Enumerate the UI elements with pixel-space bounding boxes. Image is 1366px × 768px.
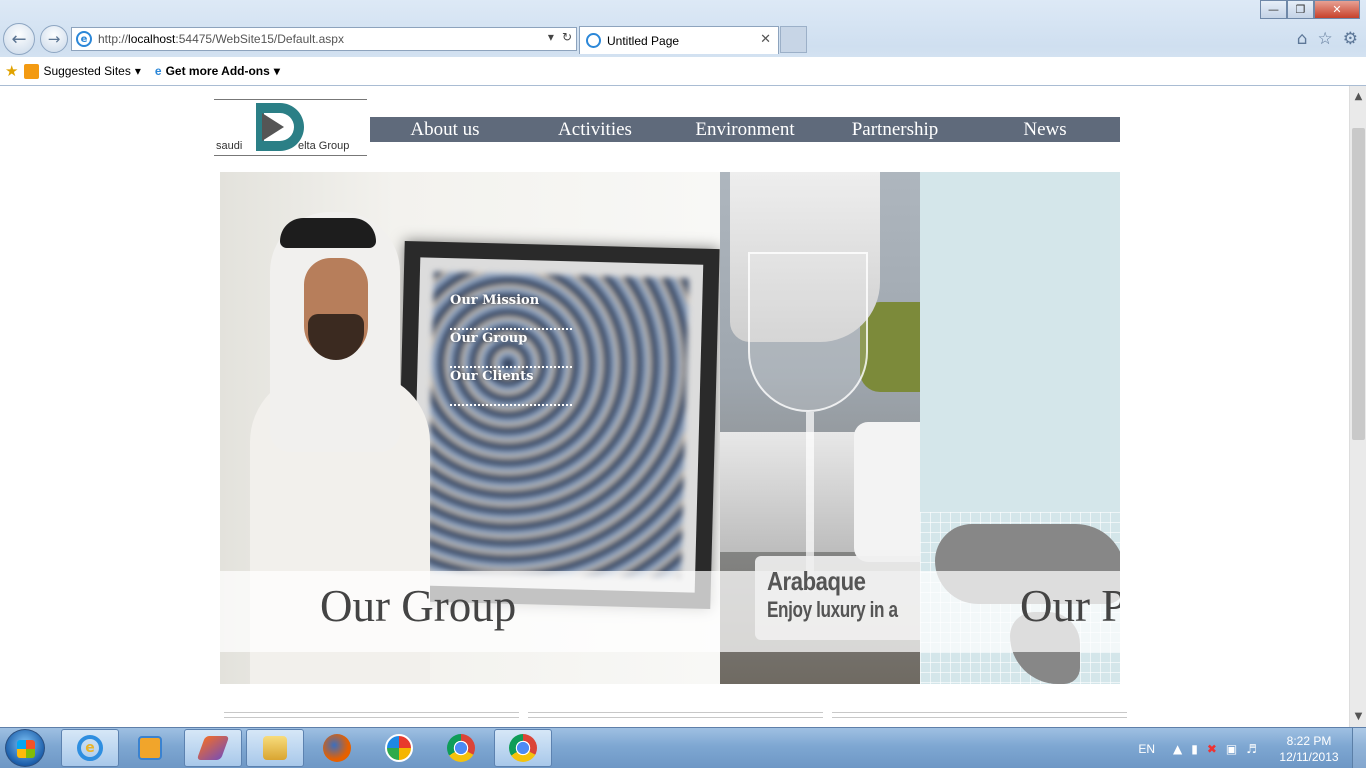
taskbar-app[interactable]: [370, 729, 428, 767]
wine-glass-shape: [748, 252, 868, 412]
start-button[interactable]: [5, 729, 45, 767]
ie-icon: e: [77, 735, 103, 761]
taskbar-media-player[interactable]: [121, 729, 179, 767]
power-icon[interactable]: ▣: [1226, 742, 1237, 756]
favorites-star-icon[interactable]: ☆: [1318, 29, 1333, 49]
taskbar-explorer[interactable]: [246, 729, 304, 767]
visual-studio-icon: [196, 736, 230, 760]
restore-button[interactable]: ❐: [1287, 0, 1314, 19]
slide-submenu: Our Mission Our Group Our Clients: [450, 292, 572, 406]
folder-icon: [263, 736, 287, 760]
chrome-icon: [447, 734, 475, 762]
show-desktop-button[interactable]: [1352, 728, 1366, 768]
taskbar: e EN ▲ ▮ ✖ ▣ ♬ 8:22 PM 12/11/2013: [0, 727, 1366, 768]
submenu-our-group[interactable]: Our Group: [450, 330, 572, 368]
tab-untitled-page[interactable]: Untitled Page ✕: [579, 26, 779, 54]
arabaque-caption-box: Arabaque Enjoy luxury in a: [755, 556, 920, 640]
colorful-app-icon: [385, 734, 413, 762]
media-player-icon: [138, 736, 162, 760]
taskbar-chrome[interactable]: [432, 729, 490, 767]
logo-text-left: saudi: [216, 140, 243, 152]
nav-environment[interactable]: Environment: [670, 117, 820, 142]
page-viewport: saudi elta Group About us Activities Env…: [0, 86, 1349, 727]
taskbar-visual-studio[interactable]: [184, 729, 242, 767]
forward-arrow-icon: →: [47, 30, 61, 48]
footer-divider-1: [224, 712, 519, 718]
close-tab-icon[interactable]: ✕: [760, 32, 771, 47]
submenu-our-mission[interactable]: Our Mission: [450, 292, 572, 330]
signal-icon[interactable]: ▮: [1191, 742, 1198, 756]
gear-icon[interactable]: ⚙: [1343, 29, 1358, 49]
favorites-bar: ★ Suggested Sites ▾ e Get more Add-ons ▾: [0, 57, 1366, 85]
clock-time: 8:22 PM: [1286, 733, 1332, 748]
slide3-caption: Our P: [1020, 581, 1120, 631]
new-tab-button[interactable]: [780, 26, 807, 53]
ie-page-icon: e: [76, 31, 92, 47]
show-hidden-icons[interactable]: ▲: [1173, 742, 1182, 756]
image-slider[interactable]: Our Mission Our Group Our Clients Our Gr…: [220, 172, 1120, 684]
forward-button[interactable]: →: [40, 25, 68, 53]
dropdown-icon[interactable]: ▾: [548, 30, 554, 44]
nav-partnership[interactable]: Partnership: [820, 117, 970, 142]
taskbar-chrome-2[interactable]: [494, 729, 552, 767]
scroll-thumb[interactable]: [1352, 128, 1365, 440]
system-tray: EN ▲ ▮ ✖ ▣ ♬ 8:22 PM 12/11/2013: [1138, 728, 1366, 768]
get-more-addons-link[interactable]: e Get more Add-ons ▾: [155, 64, 280, 78]
tab-title: Untitled Page: [607, 33, 680, 48]
logo-play-icon: [262, 113, 284, 141]
suggested-sites-link[interactable]: Suggested Sites ▾: [24, 63, 141, 79]
cup-shape: [854, 422, 920, 562]
browser-chrome: ← → e http://localhost:54475/WebSite15/D…: [0, 0, 1366, 86]
ie-tab-icon: [586, 33, 601, 48]
submenu-our-clients[interactable]: Our Clients: [450, 368, 572, 406]
windows-logo-icon: [17, 740, 35, 758]
ie-addons-icon: e: [154, 64, 162, 78]
chevron-down-icon: ▾: [134, 64, 141, 78]
chevron-down-icon: ▾: [273, 64, 280, 78]
taskbar-firefox[interactable]: [308, 729, 366, 767]
nav-activities[interactable]: Activities: [520, 117, 670, 142]
suggested-sites-icon: [24, 63, 40, 79]
refresh-icon[interactable]: ↻: [562, 30, 572, 44]
arabaque-title: Arabaque: [767, 566, 866, 596]
nav-news[interactable]: News: [970, 117, 1120, 142]
arabaque-subtitle: Enjoy luxury in a: [767, 597, 898, 622]
chrome-icon: [509, 734, 537, 762]
window-controls: — ❐ ✕: [1260, 0, 1360, 19]
close-window-button[interactable]: ✕: [1314, 0, 1360, 19]
scroll-up-icon[interactable]: ▲: [1350, 88, 1366, 105]
firefox-icon: [323, 734, 351, 762]
site-logo[interactable]: saudi elta Group: [214, 99, 367, 156]
main-nav: About us Activities Environment Partners…: [370, 117, 1120, 142]
browser-toolbar-icons: ⌂ ☆ ⚙: [1297, 29, 1358, 49]
clock-date: 12/11/2013: [1279, 749, 1339, 764]
footer-divider-2: [528, 712, 823, 718]
network-error-icon[interactable]: ✖: [1207, 742, 1217, 756]
minimize-button[interactable]: —: [1260, 0, 1287, 19]
back-button[interactable]: ←: [3, 23, 35, 55]
language-indicator[interactable]: EN: [1138, 742, 1155, 756]
nav-about-us[interactable]: About us: [370, 117, 520, 142]
clock[interactable]: 8:22 PM 12/11/2013: [1266, 733, 1352, 765]
logo-text-right: elta Group: [298, 140, 350, 152]
volume-icon[interactable]: ♬: [1246, 742, 1257, 756]
address-bar[interactable]: e http://localhost:54475/WebSite15/Defau…: [71, 27, 577, 51]
address-url[interactable]: http://localhost:54475/WebSite15/Default…: [98, 32, 344, 46]
favorites-add-icon[interactable]: ★: [5, 62, 18, 80]
vertical-scrollbar[interactable]: ▲ ▼: [1349, 86, 1366, 727]
taskbar-ie[interactable]: e: [61, 729, 119, 767]
home-icon[interactable]: ⌂: [1297, 29, 1308, 49]
footer-divider-3: [832, 712, 1127, 718]
slide1-caption: Our Group: [320, 581, 517, 631]
scroll-down-icon[interactable]: ▼: [1350, 708, 1366, 725]
back-arrow-icon: ←: [11, 28, 27, 50]
